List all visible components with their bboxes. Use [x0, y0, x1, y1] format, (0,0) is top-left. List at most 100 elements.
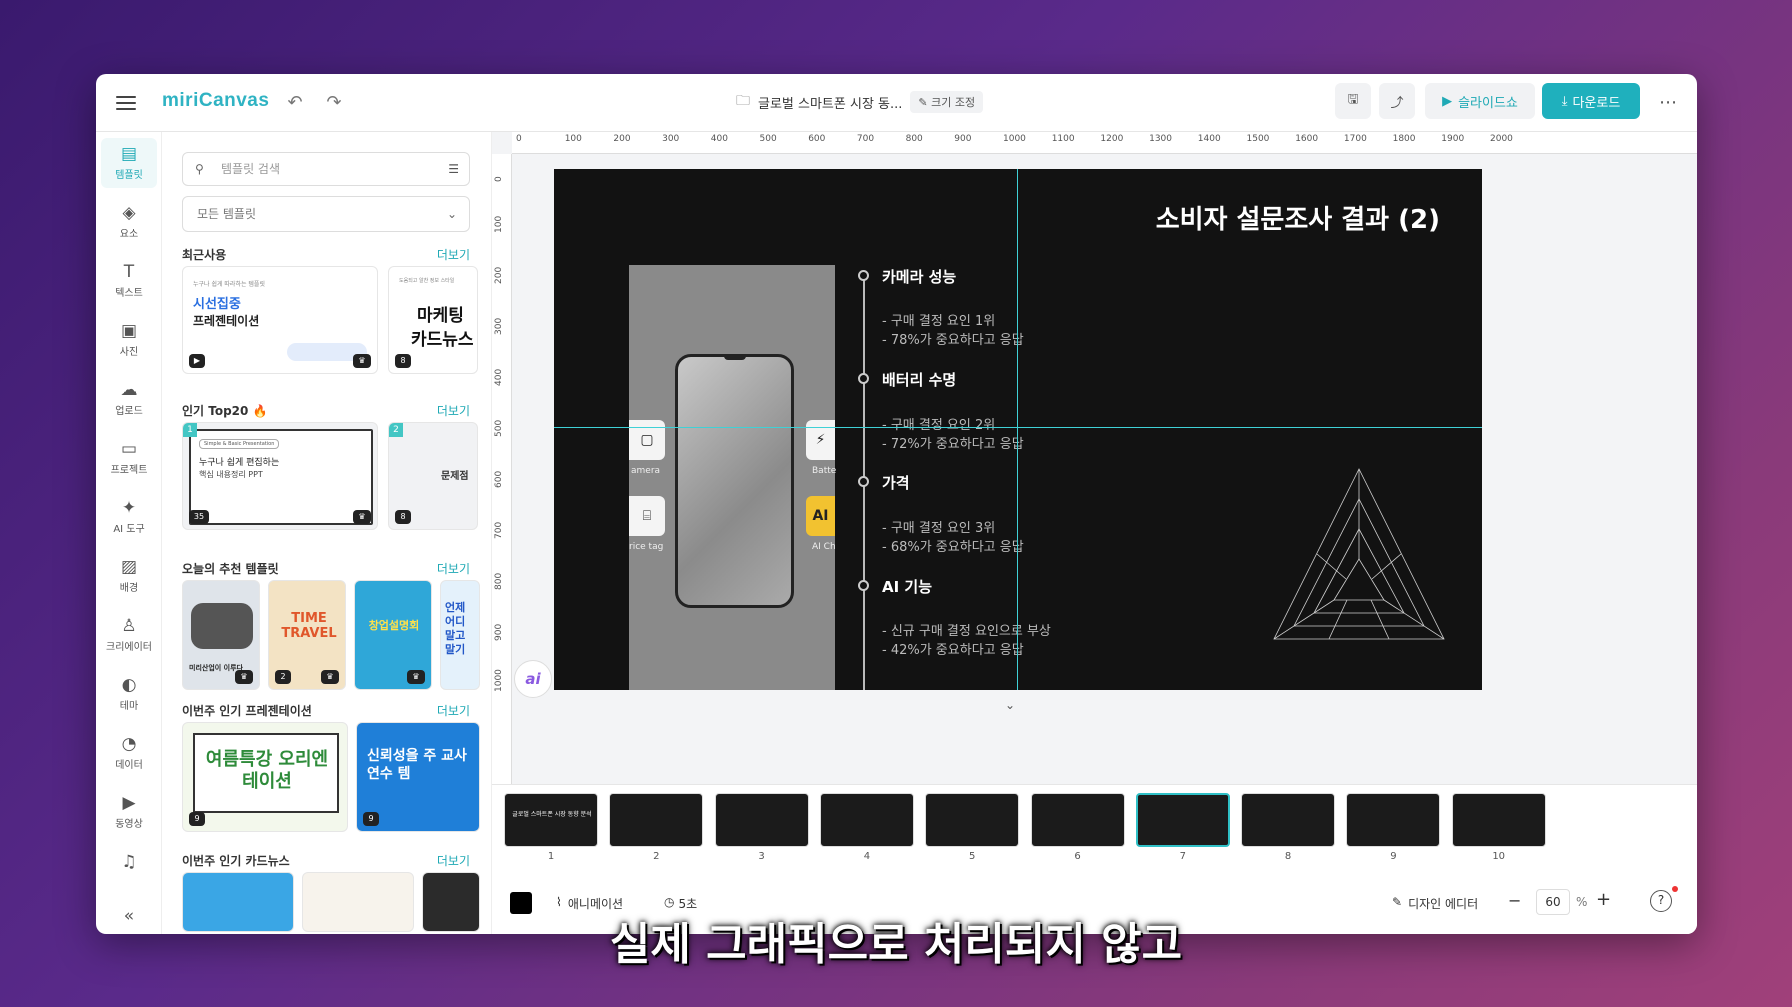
ruler-tick: 400 [710, 134, 728, 144]
template-card[interactable]: 1 Simple & Basic Presentation 누구나 쉽게 편집하… [182, 422, 378, 530]
slide-canvas[interactable]: 소비자 설문조사 결과 (2) ▢ amera ⚡ Batte ⌸ rice t… [554, 169, 1482, 690]
rail-item-video[interactable]: ▶ 동영상 [101, 787, 157, 837]
feature-label: rice tag [629, 542, 664, 552]
document-title[interactable]: 글로벌 스마트폰 시장 동... [758, 93, 902, 112]
select-value: 모든 템플릿 [197, 207, 257, 221]
feature-title[interactable]: 카메라 성능 [882, 266, 956, 287]
ruler-tick: 2000 [1490, 134, 1513, 144]
template-card[interactable]: 여름특강 오리엔테이션 9 [182, 722, 348, 832]
price-tag-icon: ⌸ [629, 496, 665, 536]
slide-thumbnail[interactable] [609, 793, 704, 847]
more-link[interactable]: 더보기 [437, 246, 470, 263]
rail-item-project[interactable]: ▭ 프로젝트 [101, 433, 157, 483]
page-count-badge: 9 [363, 812, 379, 826]
rail-item-background[interactable]: ▨ 배경 [101, 551, 157, 601]
template-card[interactable]: 언제 어디 말고 말기 [440, 580, 480, 690]
template-search-input[interactable]: ⚲ 템플릿 검색 ☰ [182, 152, 470, 186]
rail-label: 동영상 [115, 819, 143, 830]
feature-detail[interactable]: - 구매 결정 요인 1위 - 78%가 중요하다고 응답 [882, 312, 1024, 350]
template-panel: ⚲ 템플릿 검색 ☰ 모든 템플릿 ⌄ 최근사용 더보기 누구나 쉽게 따라하는 … [162, 132, 492, 934]
template-card[interactable]: 신뢰성을 주 교사 연수 템 9 [356, 722, 480, 832]
template-card[interactable]: 창업설명회 ♛ [354, 580, 432, 690]
ruler-tick: 500 [494, 419, 504, 437]
feature-detail-line: - 구매 결정 요인 2위 [882, 418, 996, 433]
app-window: miriCanvas ↶ ↷ 🗀 글로벌 스마트폰 시장 동... ✎ 크기 조… [96, 74, 1697, 934]
feature-detail[interactable]: - 신규 구매 결정 요인으로 부상 - 42%가 중요하다고 응답 [882, 622, 1051, 660]
feature-title[interactable]: AI 기능 [882, 576, 932, 597]
rail-item-text[interactable]: T 텍스트 [101, 256, 157, 306]
more-link[interactable]: 더보기 [437, 402, 470, 419]
save-icon[interactable]: 🖫 [1335, 83, 1371, 119]
slide-thumbnail[interactable] [1241, 793, 1336, 847]
more-icon[interactable]: ⋯ [1656, 91, 1680, 115]
slide-thumbnail[interactable] [819, 793, 914, 847]
card-title: 신뢰성을 주 교사 연수 템 [367, 748, 467, 782]
slide-thumbnail[interactable] [925, 793, 1020, 847]
card-title: 창업설명회 [368, 619, 420, 632]
slide-thumbnail[interactable] [1030, 793, 1125, 847]
rail-item-photo[interactable]: ▣ 사진 [101, 315, 157, 365]
ai-assistant-button[interactable]: ai [514, 660, 552, 698]
zoom-unit: % [1576, 895, 1588, 909]
top-bar: miriCanvas ↶ ↷ 🗀 글로벌 스마트폰 시장 동... ✎ 크기 조… [96, 74, 1697, 132]
rail-item-elements[interactable]: ◈ 요소 [101, 197, 157, 247]
rail-item-theme[interactable]: ◐ 테마 [101, 669, 157, 719]
rail-label: 프로젝트 [110, 465, 148, 476]
feature-detail-line: - 42%가 중요하다고 응답 [882, 643, 1024, 658]
feature-detail[interactable]: - 구매 결정 요인 2위 - 72%가 중요하다고 응답 [882, 416, 1024, 454]
download-label: 다운로드 [1572, 95, 1621, 111]
notification-dot [1672, 886, 1678, 892]
resize-button[interactable]: ✎ 크기 조정 [910, 91, 984, 113]
chevron-down-icon[interactable]: ⌄ [1005, 698, 1015, 712]
section-presentation: 이번주 인기 프레젠테이션 더보기 [182, 702, 470, 719]
app-logo[interactable]: miriCanvas [162, 90, 269, 112]
feature-title[interactable]: 배터리 수명 [882, 369, 956, 390]
feature-detail[interactable]: - 구매 결정 요인 3위 - 68%가 중요하다고 응답 [882, 519, 1024, 557]
filter-icon[interactable]: ☰ [448, 153, 459, 185]
slide-number: 8 [1284, 851, 1292, 862]
template-card[interactable]: TIME TRAVEL 2 ♛ [268, 580, 346, 690]
more-link[interactable]: 더보기 [437, 702, 470, 719]
feature-title[interactable]: 가격 [882, 472, 910, 493]
search-placeholder: 템플릿 검색 [221, 162, 281, 176]
rail-label: 요소 [119, 229, 139, 240]
slide-thumbnail[interactable] [1346, 793, 1441, 847]
slide-thumbnail[interactable] [1135, 793, 1230, 847]
slide-thumbnail[interactable] [714, 793, 809, 847]
redo-icon[interactable]: ↷ [322, 91, 346, 115]
ruler-tick: 100 [494, 215, 504, 233]
slide-thumbnail[interactable] [504, 793, 598, 847]
battery-icon: ⚡ [806, 420, 835, 460]
rail-item-creator[interactable]: ♙ 크리에이터 [101, 610, 157, 660]
rail-label: 텍스트 [115, 288, 143, 299]
rail-item-music[interactable]: ♫ [101, 846, 157, 896]
template-card[interactable]: 누구나 쉽게 따라하는 템플릿 시선집중 프레젠테이션 ▶ ♛ [182, 266, 378, 374]
rail-item-upload[interactable]: ☁ 업로드 [101, 374, 157, 424]
template-card[interactable]: 도움되고 알찬 정보 스타일 마케팅 카드뉴스 8 [388, 266, 478, 374]
undo-icon[interactable]: ↶ [283, 91, 307, 115]
ruler-tick: 1100 [1051, 134, 1075, 144]
slideshow-button[interactable]: ▶ 슬라이드쇼 [1425, 83, 1535, 119]
menu-icon[interactable] [116, 92, 136, 112]
rail-item-template[interactable]: ▤ 템플릿 [101, 138, 157, 188]
template-card[interactable]: 2 문제점 8 [388, 422, 478, 530]
zoom-in-icon[interactable]: + [1596, 889, 1611, 910]
slide-title[interactable]: 소비자 설문조사 결과 (2) [1156, 199, 1440, 236]
rail-item-data[interactable]: ◔ 데이터 [101, 728, 157, 778]
slide-thumbnail[interactable] [1451, 793, 1546, 847]
feature-label: AI Ch [812, 542, 836, 552]
rail-item-ai-tools[interactable]: ✦ AI 도구 [101, 492, 157, 542]
template-category-select[interactable]: 모든 템플릿 ⌄ [182, 196, 470, 232]
more-link[interactable]: 더보기 [437, 560, 470, 577]
download-button[interactable]: ⤓ 다운로드 [1542, 83, 1640, 119]
folder-icon[interactable]: 🗀 [736, 90, 750, 114]
wireframe-pyramid[interactable] [1269, 464, 1449, 644]
text-icon: T [123, 262, 135, 282]
more-link[interactable]: 더보기 [437, 852, 470, 869]
template-card[interactable]: 미리산업이 이루다 ♛ [182, 580, 260, 690]
smartphone-image[interactable] [675, 354, 794, 608]
card-tag: Simple & Basic Presentation [199, 439, 280, 449]
ruler-tick: 900 [494, 623, 504, 641]
section-title: 이번주 인기 프레젠테이션 [182, 704, 312, 718]
share-icon[interactable]: ⤴ [1379, 83, 1415, 119]
